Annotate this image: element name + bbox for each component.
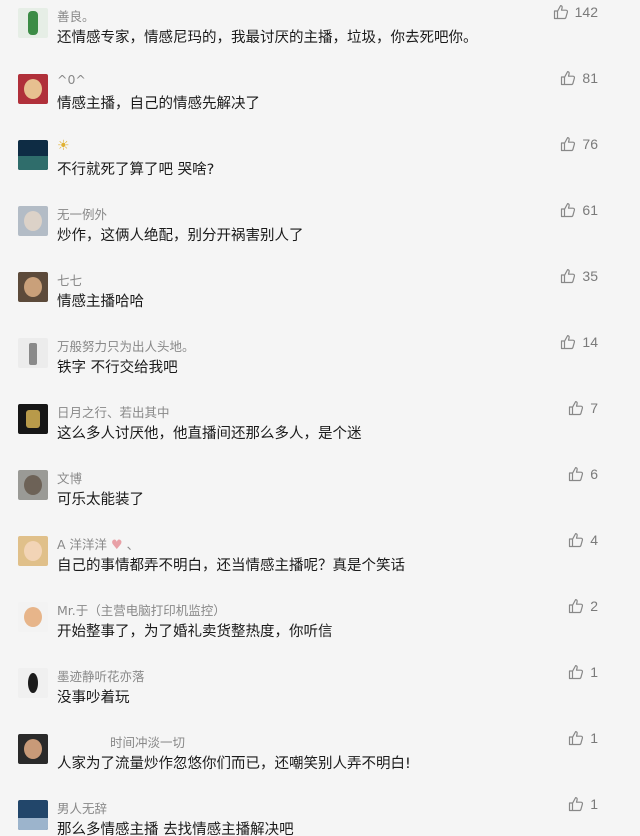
username[interactable]: 墨迹静听花亦落	[57, 666, 145, 685]
thumbs-up-icon	[561, 71, 576, 86]
username[interactable]: 万般努力只为出人头地。	[57, 336, 195, 355]
avatar[interactable]	[18, 602, 48, 632]
comment-item: 墨迹静听花亦落 没事吵着玩 1	[0, 660, 640, 726]
avatar[interactable]	[18, 668, 48, 698]
like-button[interactable]: 35	[560, 268, 598, 284]
username[interactable]: A 洋洋洋 ♥ 、	[57, 534, 139, 553]
comment-item: Mr.于（主营电脑打印机监控） 开始整事了，为了婚礼卖货整热度，你听信 2	[0, 594, 640, 660]
comment-item: 日月之行、若出其中 这么多人讨厌他，他直播间还那么多人，是个迷 7	[0, 396, 640, 462]
comment-item: 男人无辞 那么多情感主播 去找情感主播解决吧 1	[0, 792, 640, 836]
avatar[interactable]	[18, 272, 48, 302]
thumbs-up-icon	[569, 533, 584, 548]
comment-text: 铁字 不行交给我吧	[57, 360, 178, 376]
comment-text: 开始整事了，为了婚礼卖货整热度，你听信	[57, 624, 333, 640]
thumbs-up-icon	[569, 731, 584, 746]
comment-text: 炒作，这俩人绝配，别分开祸害别人了	[57, 228, 304, 244]
like-count: 35	[582, 268, 598, 284]
comment-text: 情感主播哈哈	[57, 294, 144, 310]
comment-text: 不行就死了算了吧 哭啥?	[57, 162, 215, 178]
like-count: 1	[590, 664, 598, 680]
thumbs-up-icon	[561, 137, 576, 152]
like-button[interactable]: 14	[560, 334, 598, 350]
comment-text: 这么多人讨厌他，他直播间还那么多人，是个迷	[57, 426, 362, 442]
avatar[interactable]	[18, 536, 48, 566]
like-button[interactable]: 4	[568, 532, 598, 548]
username[interactable]: 时间冲淡一切	[110, 732, 185, 751]
like-count: 6	[590, 466, 598, 482]
username-text: A 洋洋洋	[57, 537, 108, 552]
avatar[interactable]	[18, 470, 48, 500]
comment-item: 善良。 还情感专家，情感尼玛的，我最讨厌的主播，垃圾，你去死吧你。 142	[0, 0, 640, 66]
comment-item: 文博 可乐太能装了 6	[0, 462, 640, 528]
comment-item: ☀ 不行就死了算了吧 哭啥? 76	[0, 132, 640, 198]
like-count: 1	[590, 730, 598, 746]
thumbs-up-icon	[569, 665, 584, 680]
avatar[interactable]	[18, 74, 48, 104]
thumbs-up-icon	[561, 335, 576, 350]
like-button[interactable]: 61	[560, 202, 598, 218]
comment-item: 时间冲淡一切 人家为了流量炒作忽悠你们而已，还嘲笑别人弄不明白! 1	[0, 726, 640, 792]
comment-text: 还情感专家，情感尼玛的，我最讨厌的主播，垃圾，你去死吧你。	[57, 30, 478, 46]
like-button[interactable]: 142	[553, 4, 598, 20]
like-button[interactable]: 6	[568, 466, 598, 482]
like-count: 4	[590, 532, 598, 548]
username[interactable]: 善良。	[57, 6, 95, 25]
avatar[interactable]	[18, 8, 48, 38]
avatar[interactable]	[18, 800, 48, 830]
avatar[interactable]	[18, 338, 48, 368]
comment-text: 那么多情感主播 去找情感主播解决吧	[57, 822, 294, 836]
like-button[interactable]: 76	[560, 136, 598, 152]
comment-text: 可乐太能装了	[57, 492, 144, 508]
avatar[interactable]	[18, 734, 48, 764]
thumbs-up-icon	[569, 599, 584, 614]
like-count: 76	[582, 136, 598, 152]
username[interactable]: 无一例外	[57, 204, 107, 223]
like-count: 1	[590, 796, 598, 812]
sun-emoji-icon: ☀	[57, 138, 70, 154]
like-count: 2	[590, 598, 598, 614]
comment-text: 人家为了流量炒作忽悠你们而已，还嘲笑别人弄不明白!	[57, 756, 411, 772]
username[interactable]: ☀	[57, 138, 70, 154]
username[interactable]: 男人无辞	[57, 798, 107, 817]
like-button[interactable]: 1	[568, 664, 598, 680]
avatar[interactable]	[18, 404, 48, 434]
username[interactable]: 日月之行、若出其中	[57, 402, 170, 421]
username[interactable]: 七七	[57, 270, 82, 289]
like-count: 61	[582, 202, 598, 218]
comment-text: 情感主播，自己的情感先解决了	[57, 96, 260, 112]
comment-item: 七七 情感主播哈哈 35	[0, 264, 640, 330]
heart-icon: ♥	[111, 538, 123, 553]
like-count: 14	[582, 334, 598, 350]
like-count: 81	[582, 70, 598, 86]
like-button[interactable]: 7	[568, 400, 598, 416]
comment-item: A 洋洋洋 ♥ 、 自己的事情都弄不明白，还当情感主播呢？真是个笑话 4	[0, 528, 640, 594]
thumbs-up-icon	[561, 269, 576, 284]
avatar[interactable]	[18, 206, 48, 236]
comment-text: 自己的事情都弄不明白，还当情感主播呢？真是个笑话	[57, 558, 405, 574]
like-button[interactable]: 1	[568, 730, 598, 746]
like-count: 7	[590, 400, 598, 416]
thumbs-up-icon	[553, 5, 568, 20]
username[interactable]: 文博	[57, 468, 82, 487]
username-suffix: 、	[122, 537, 140, 552]
like-button[interactable]: 1	[568, 796, 598, 812]
thumbs-up-icon	[569, 401, 584, 416]
like-button[interactable]: 81	[560, 70, 598, 86]
comment-list: 善良。 还情感专家，情感尼玛的，我最讨厌的主播，垃圾，你去死吧你。 142 ^0…	[0, 0, 640, 836]
thumbs-up-icon	[569, 797, 584, 812]
avatar[interactable]	[18, 140, 48, 170]
like-button[interactable]: 2	[568, 598, 598, 614]
comment-item: 万般努力只为出人头地。 铁字 不行交给我吧 14	[0, 330, 640, 396]
username[interactable]: ^0^	[57, 72, 86, 87]
thumbs-up-icon	[569, 467, 584, 482]
comment-item: ^0^ 情感主播，自己的情感先解决了 81	[0, 66, 640, 132]
thumbs-up-icon	[561, 203, 576, 218]
username[interactable]: Mr.于（主营电脑打印机监控）	[57, 600, 226, 619]
comment-item: 无一例外 炒作，这俩人绝配，别分开祸害别人了 61	[0, 198, 640, 264]
like-count: 142	[574, 4, 598, 20]
comment-text: 没事吵着玩	[57, 690, 130, 706]
